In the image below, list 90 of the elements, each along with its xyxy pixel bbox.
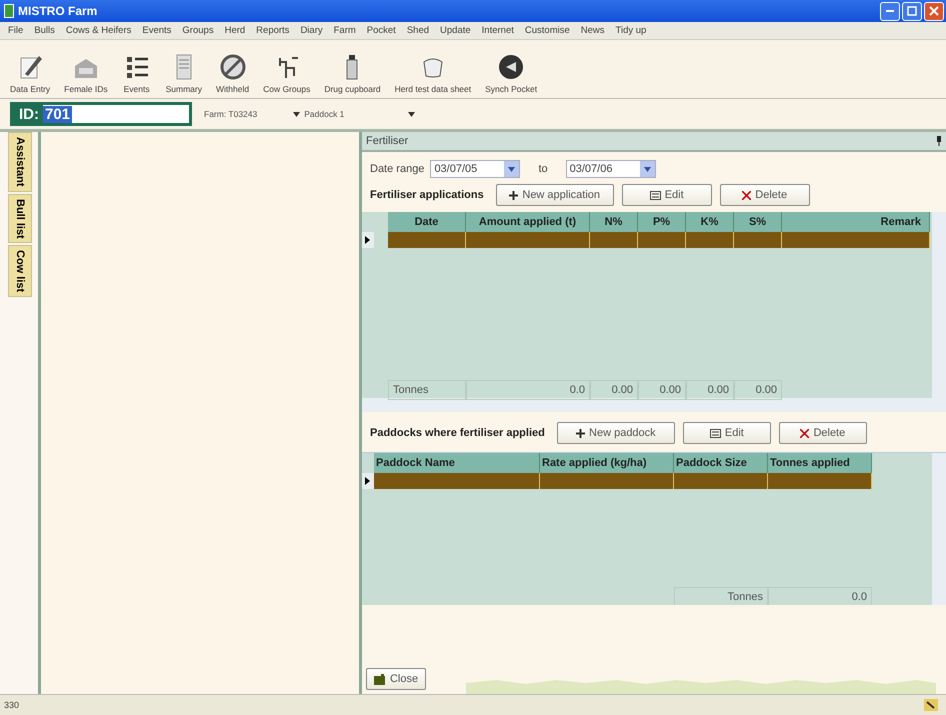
side-tab[interactable]: Cow list xyxy=(8,245,32,298)
form-icon xyxy=(650,190,661,200)
caret-icon xyxy=(408,112,416,116)
total-cell: 0.00 xyxy=(590,380,638,400)
row-pointer-icon xyxy=(362,232,374,248)
app-icon xyxy=(4,4,14,18)
to-label: to xyxy=(538,163,548,175)
menu-item[interactable]: Events xyxy=(142,25,172,36)
column-header[interactable]: P% xyxy=(638,212,686,232)
total-cell: 0.0 xyxy=(466,380,590,400)
menu-item[interactable]: Herd xyxy=(224,25,246,36)
date-field[interactable]: 03/07/06 xyxy=(566,160,656,178)
maximize-button[interactable] xyxy=(902,2,922,20)
caret-icon xyxy=(293,112,300,116)
status-text: 330 xyxy=(4,700,20,710)
column-header[interactable]: Remark xyxy=(782,212,930,232)
id-field[interactable]: ID: 701 xyxy=(10,102,192,126)
edit-button[interactable]: Edit xyxy=(622,184,712,206)
dropdown-icon xyxy=(508,166,516,172)
plus-icon xyxy=(576,428,586,438)
form-icon xyxy=(710,428,721,438)
menu-item[interactable]: Diary xyxy=(300,25,323,36)
column-header[interactable]: S% xyxy=(734,212,782,232)
window-title: MISTRO Farm xyxy=(18,4,98,18)
side-tab[interactable]: Assistant xyxy=(8,132,32,192)
menu-item[interactable]: Cows & Heifers xyxy=(66,25,132,36)
panel-title: Fertiliser xyxy=(366,135,408,147)
side-tab[interactable]: Bull list xyxy=(8,194,32,244)
date-field[interactable]: 03/07/05 xyxy=(430,160,520,178)
delete-button[interactable]: Delete xyxy=(720,184,810,206)
date-range-label: Date range xyxy=(370,163,424,175)
menu-item[interactable]: Bulls xyxy=(34,25,55,36)
total-cell: 0.00 xyxy=(734,380,782,400)
menu-item[interactable]: Shed xyxy=(406,25,430,36)
column-header[interactable]: Rate applied (kg/ha) xyxy=(540,453,674,473)
column-header[interactable]: Amount applied (t) xyxy=(466,212,590,232)
total-cell: 0.00 xyxy=(686,380,734,400)
add-button[interactable]: New paddock xyxy=(556,422,675,444)
toolbar-button[interactable]: Summary xyxy=(162,52,206,94)
column-header[interactable]: Tonnes applied xyxy=(768,453,872,473)
close-button[interactable] xyxy=(924,2,944,20)
delete-button[interactable]: Delete xyxy=(778,422,867,444)
add-button[interactable]: New application xyxy=(496,184,614,206)
horizontal-scrollbar[interactable] xyxy=(362,398,946,412)
menu-item[interactable]: Internet xyxy=(482,25,514,36)
toolbar-button[interactable]: Drug cupboard xyxy=(320,52,385,94)
farm-label: Farm: T03243 xyxy=(204,109,258,119)
plus-icon xyxy=(509,190,518,200)
pin-icon xyxy=(936,136,942,146)
dropdown-icon xyxy=(644,166,651,172)
vertical-scrollbar[interactable] xyxy=(932,453,946,605)
edit-button[interactable]: Edit xyxy=(682,422,771,444)
column-header[interactable]: K% xyxy=(686,212,734,232)
menu-item[interactable]: News xyxy=(580,25,605,36)
menu-item[interactable]: Update xyxy=(440,25,471,36)
row-pointer-icon xyxy=(362,473,374,489)
menu-item[interactable]: Reports xyxy=(256,25,290,36)
menu-item[interactable]: Customise xyxy=(524,25,570,36)
section-title: Paddocks where fertiliser applied xyxy=(370,427,545,439)
minimize-icon xyxy=(886,10,894,12)
vertical-scrollbar[interactable] xyxy=(932,212,946,398)
column-header[interactable]: Paddock Size xyxy=(674,453,768,473)
no-entry-icon xyxy=(218,52,248,82)
menu-item[interactable]: Farm xyxy=(334,25,356,36)
table-row[interactable] xyxy=(362,232,930,248)
cross-icon xyxy=(800,428,810,438)
paddock-dropdown[interactable]: Paddock 1 xyxy=(287,108,422,120)
toolbar-button[interactable]: Synch Pocket xyxy=(481,52,542,94)
toolbar-button[interactable]: Female IDs xyxy=(60,52,112,94)
section-title: Fertiliser applications xyxy=(370,189,484,201)
minimize-button[interactable] xyxy=(880,2,900,20)
toolbar-button[interactable]: Data Entry xyxy=(6,52,54,94)
toolbar-button[interactable]: Events xyxy=(118,52,156,94)
toolbar-button[interactable]: Cow Groups xyxy=(259,52,314,94)
total-cell: Tonnes xyxy=(388,380,466,400)
menu-item[interactable]: Groups xyxy=(182,25,214,36)
column-header[interactable]: Paddock Name xyxy=(374,453,540,473)
close-icon xyxy=(929,6,939,16)
toolbar-button[interactable]: Withheld xyxy=(212,52,254,94)
column-header[interactable]: Date xyxy=(388,212,466,232)
tray-icon xyxy=(924,699,938,711)
menu-item[interactable]: Tidy up xyxy=(616,25,646,36)
column-header[interactable]: N% xyxy=(590,212,638,232)
total-cell: 0.00 xyxy=(638,380,686,400)
cross-icon xyxy=(742,190,752,200)
toolbar-button[interactable]: Herd test data sheet xyxy=(390,52,476,94)
close-dialog-button[interactable]: Close xyxy=(366,668,426,690)
menu-item[interactable]: File xyxy=(8,25,24,36)
maximize-icon xyxy=(907,6,917,16)
menu-item[interactable]: Pocket xyxy=(366,25,396,36)
